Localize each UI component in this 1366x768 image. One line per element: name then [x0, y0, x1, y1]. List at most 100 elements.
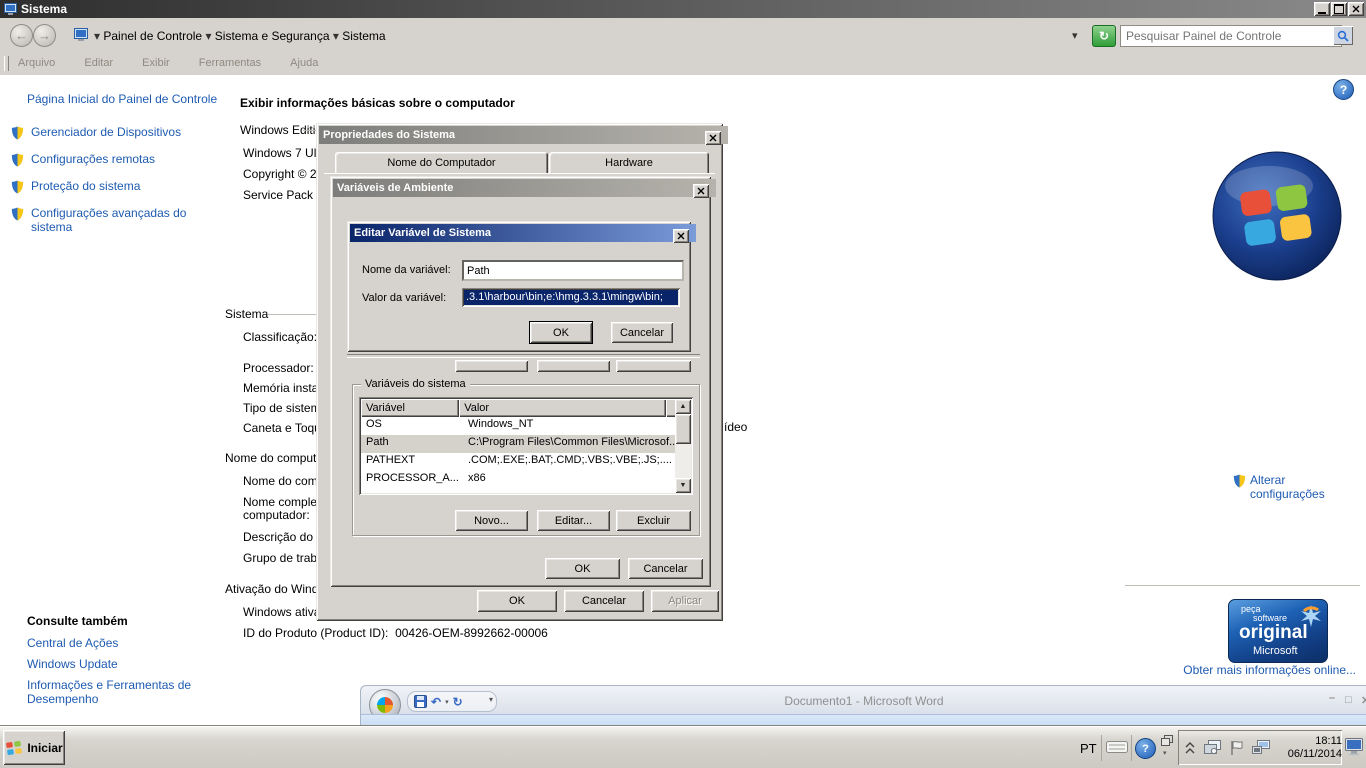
genuine-microsoft-badge[interactable]: peça software original Microsoft	[1228, 599, 1328, 663]
menu-drag-handle[interactable]	[4, 56, 9, 71]
apply-button[interactable]: Aplicar	[651, 590, 719, 612]
table-row[interactable]: OS Windows_NT	[361, 417, 691, 435]
variable-name-label: Nome da variável:	[362, 264, 451, 276]
windows-logo	[1212, 151, 1342, 281]
action-center-flag-icon[interactable]	[1230, 740, 1244, 756]
sidebar-item-performance-info[interactable]: Informações e Ferramentas de Desempenho	[27, 678, 207, 706]
menu-ferramentas[interactable]: Ferramentas	[199, 57, 261, 69]
table-row[interactable]: PROCESSOR_A... x86	[361, 471, 691, 489]
language-indicator[interactable]: PT	[1080, 741, 1097, 756]
group-label: Variáveis do sistema	[361, 378, 470, 390]
search-input[interactable]	[1120, 25, 1342, 47]
system-row-label: Memória instala	[243, 381, 328, 395]
product-id: ID do Produto (Product ID): 00426-OEM-89…	[243, 626, 548, 640]
cancel-button[interactable]: Cancelar	[628, 558, 703, 579]
cancel-button[interactable]: Cancelar	[564, 590, 644, 612]
column-header-variable[interactable]: Variável	[361, 399, 460, 417]
edition-line: Copyright © 20	[243, 167, 324, 181]
start-button[interactable]: Iniciar	[3, 730, 65, 765]
ok-button[interactable]: OK	[477, 590, 557, 612]
tab-computer-name[interactable]: Nome do Computador	[335, 152, 548, 173]
address-dropdown-arrow[interactable]: ▾	[1072, 29, 1078, 42]
language-help-button[interactable]: ?	[1135, 738, 1156, 759]
show-hidden-icons-chevron[interactable]	[1185, 741, 1195, 754]
table-row[interactable]: PATHEXT .COM;.EXE;.BAT;.CMD;.VBS;.VBE;.J…	[361, 453, 691, 471]
search-button[interactable]	[1333, 26, 1353, 45]
ok-button[interactable]: OK	[545, 558, 620, 579]
sidebar-item-device-manager[interactable]: Gerenciador de Dispositivos	[10, 125, 240, 141]
delete-button[interactable]: Excluir	[616, 510, 691, 531]
keyboard-icon[interactable]	[1106, 739, 1128, 755]
forward-button[interactable]: →	[33, 24, 56, 47]
column-header-value[interactable]: Valor	[459, 399, 667, 417]
breadcrumb-caret[interactable]: ▾	[333, 29, 342, 43]
language-bar-restore-icon[interactable]	[1161, 735, 1173, 749]
window-title: Sistema	[21, 2, 68, 16]
clock[interactable]: 18:11 06/11/2014	[1280, 735, 1342, 761]
close-button[interactable]	[693, 184, 709, 198]
word-minimize-button[interactable]: –	[1329, 692, 1335, 704]
help-button[interactable]: ?	[1333, 79, 1354, 100]
variable-value-input[interactable]: .3.1\harbour\bin;e:\hmg.3.3.1\mingw\bin;	[462, 288, 680, 307]
menu-arquivo[interactable]: Arquivo	[18, 57, 55, 69]
scrollbar-thumb[interactable]	[675, 414, 691, 444]
show-desktop-button[interactable]	[1344, 737, 1364, 757]
network-icon[interactable]	[1252, 740, 1270, 755]
system-group-label: Sistema	[225, 307, 269, 321]
close-button[interactable]	[673, 229, 689, 243]
edition-line: Service Pack 1	[243, 188, 324, 202]
word-close-button[interactable]: ✕	[1361, 694, 1366, 707]
change-settings-link[interactable]: Alterar configurações	[1232, 473, 1325, 501]
system-variables-table: Variável Valor OS Windows_NT Path C:\Pro…	[359, 397, 693, 495]
close-icon	[677, 232, 685, 240]
menu-ajuda[interactable]: Ajuda	[290, 57, 318, 69]
refresh-button[interactable]: ↻	[1092, 25, 1116, 47]
sidebar-item-action-center[interactable]: Central de Ações	[27, 636, 118, 650]
sidebar-item-windows-update[interactable]: Windows Update	[27, 657, 118, 671]
variable-name-input[interactable]	[462, 260, 684, 281]
close-button[interactable]	[1348, 2, 1364, 16]
breadcrumb-system-security[interactable]: Sistema e Segurança	[215, 29, 330, 43]
language-bar-options-icon[interactable]: ▾	[1163, 749, 1167, 757]
new-button[interactable]: Novo...	[455, 510, 528, 531]
separator	[1131, 735, 1132, 761]
clock-date: 06/11/2014	[1287, 747, 1342, 760]
group-line	[303, 130, 316, 131]
user-variables-button-fragment	[616, 360, 691, 372]
tab-hardware[interactable]: Hardware	[549, 152, 709, 173]
desktop: Sistema ← → ▾ Painel de Controle ▾ Siste…	[0, 0, 1366, 768]
close-icon	[1352, 5, 1360, 13]
cancel-button[interactable]: Cancelar	[611, 322, 673, 343]
menu-editar[interactable]: Editar	[84, 57, 113, 69]
edit-button[interactable]: Editar...	[537, 510, 610, 531]
navigation-bar: ← → ▾ Painel de Controle ▾ Sistema e Seg…	[0, 18, 1366, 53]
word-maximize-button[interactable]: □	[1345, 694, 1352, 706]
scroll-down-button[interactable]: ▼	[675, 478, 691, 493]
sidebar-item-advanced-settings[interactable]: Configurações avançadas do sistema	[10, 206, 240, 234]
breadcrumb-caret[interactable]: ▾	[205, 29, 214, 43]
edition-line: Windows 7 Ulti	[243, 146, 323, 160]
breadcrumb-caret[interactable]: ▾	[94, 29, 103, 43]
close-button[interactable]	[705, 131, 721, 145]
computer-row-label: Nome completo	[243, 495, 328, 509]
vertical-scrollbar[interactable]: ▲ ▼	[675, 399, 691, 493]
sidebar-item-home[interactable]: Página Inicial do Painel de Controle	[27, 92, 237, 106]
sidebar-item-system-protection[interactable]: Proteção do sistema	[10, 179, 240, 195]
activation-row-label: Windows ativa	[243, 605, 321, 619]
dialog-titlebar: Variáveis de Ambiente	[333, 179, 716, 198]
menu-exibir[interactable]: Exibir	[142, 57, 170, 69]
back-button[interactable]: ←	[10, 24, 33, 47]
sidebar-item-remote-settings[interactable]: Configurações remotas	[10, 152, 240, 168]
notification-area: 18:11 06/11/2014	[1178, 730, 1342, 765]
more-info-online-link[interactable]: Obter mais informações online...	[1150, 663, 1356, 677]
scroll-up-button[interactable]: ▲	[675, 399, 691, 414]
display-windows-icon[interactable]	[1204, 740, 1221, 755]
close-icon	[709, 134, 717, 142]
table-row-selected[interactable]: Path C:\Program Files\Common Files\Micro…	[361, 435, 691, 453]
ok-button[interactable]: OK	[529, 321, 593, 344]
restore-button[interactable]	[1331, 2, 1347, 16]
minimize-button[interactable]	[1314, 2, 1330, 16]
breadcrumb-system[interactable]: Sistema	[342, 29, 385, 43]
breadcrumb-control-panel[interactable]: Painel de Controle	[103, 29, 202, 43]
dialog-titlebar: Editar Variável de Sistema	[350, 224, 696, 243]
